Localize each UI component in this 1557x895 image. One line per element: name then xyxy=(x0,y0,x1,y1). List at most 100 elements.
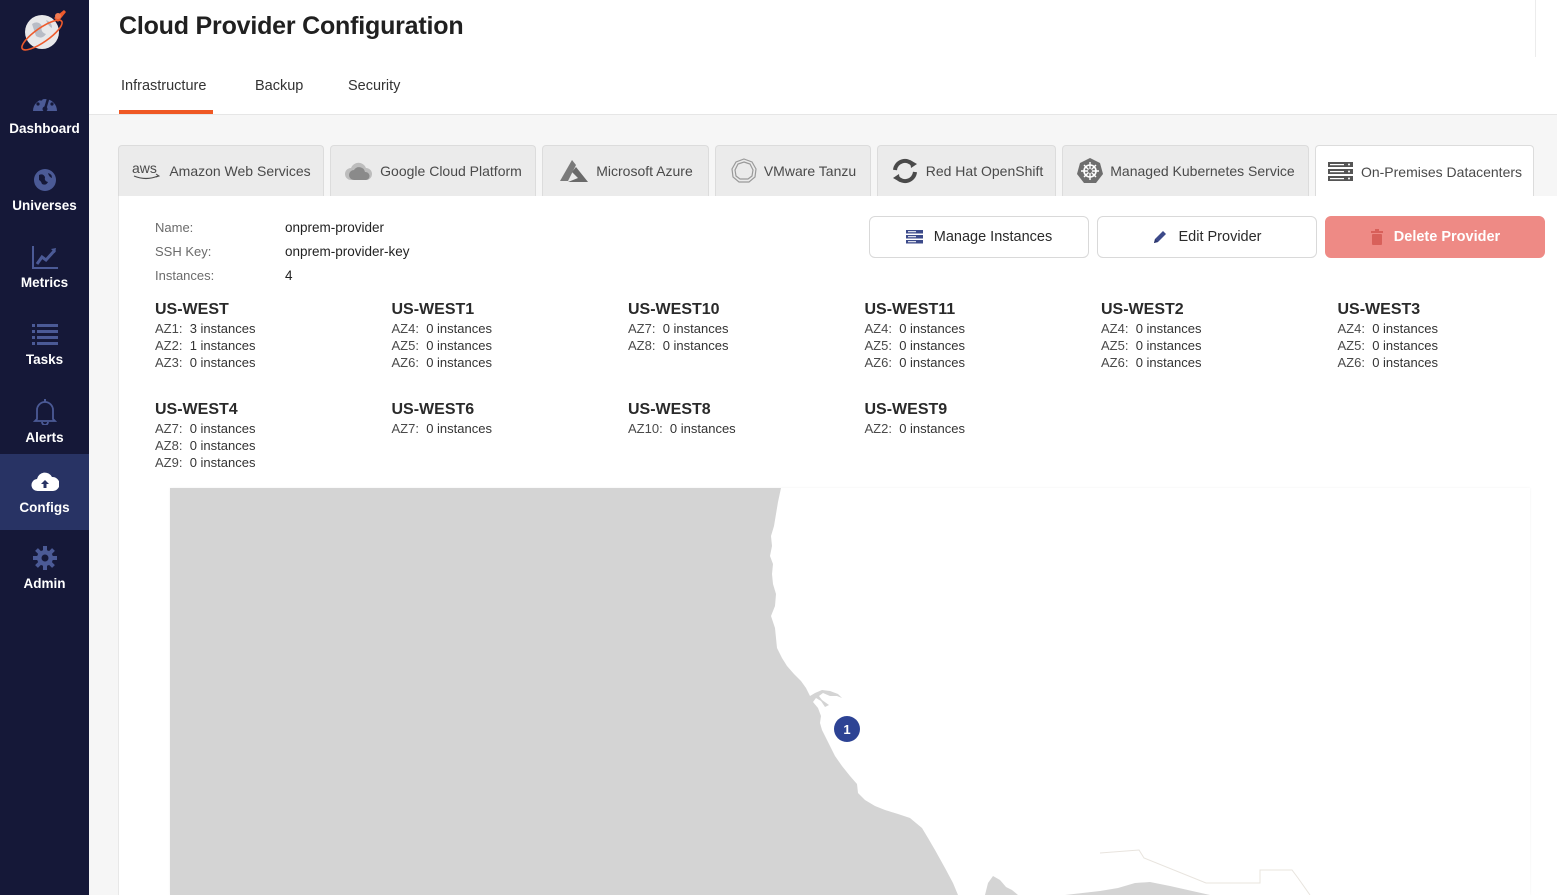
zone-instance-count: 0 instances xyxy=(426,321,492,336)
zone-instance-count: 0 instances xyxy=(1372,338,1438,353)
sidebar-item-configs[interactable]: Configs xyxy=(0,454,89,530)
zone-label: AZ1: xyxy=(155,321,183,336)
delete-provider-label: Delete Provider xyxy=(1393,229,1501,245)
list-icon xyxy=(31,320,59,348)
provider-tab-aws[interactable]: aws Amazon Web Services xyxy=(118,145,324,196)
zone-instance-count: 0 instances xyxy=(662,338,729,353)
provider-name-label: Name: xyxy=(155,220,194,235)
zone-row: AZ7: 0 instances xyxy=(628,320,858,337)
zone-row: AZ4: 0 instances xyxy=(1338,320,1557,337)
sidebar-item-label: Admin xyxy=(23,576,66,591)
sidebar-item-label: Dashboard xyxy=(9,121,80,136)
sidebar-item-metrics[interactable]: Metrics xyxy=(0,229,89,305)
zone-row: AZ5: 0 instances xyxy=(1101,337,1331,354)
server-rack-icon xyxy=(1327,161,1355,183)
zone-label: AZ9: xyxy=(155,455,183,470)
region-card: US-WEST4 AZ7: 0 instances AZ8: 0 instances… xyxy=(155,400,385,471)
provider-tab-tanzu[interactable]: VMware Tanzu xyxy=(715,145,871,196)
zone-label: AZ8: xyxy=(155,438,183,453)
region-name: US-WEST2 xyxy=(1101,301,1184,318)
provider-name-value: onprem-provider xyxy=(285,220,385,235)
zone-instance-count: 0 instances xyxy=(899,355,965,370)
trash-icon xyxy=(1370,229,1384,245)
zone-label: AZ6: xyxy=(864,355,892,370)
zone-instance-count: 0 instances xyxy=(1135,321,1202,336)
sidebar: Dashboard Universes Metrics Tasks Alerts… xyxy=(0,0,89,895)
region-name: US-WEST9 xyxy=(864,401,948,418)
region-name: US-WEST8 xyxy=(628,401,711,418)
delete-provider-button[interactable]: Delete Provider xyxy=(1325,216,1545,258)
provider-tab-label: Google Cloud Platform xyxy=(380,163,522,179)
provider-tab-openshift[interactable]: Red Hat OpenShift xyxy=(877,145,1056,196)
zone-label: AZ5: xyxy=(1337,338,1365,353)
zone-row: AZ4: 0 instances xyxy=(865,320,1095,337)
zone-instance-count: 0 instances xyxy=(899,338,965,353)
zone-row: AZ5: 0 instances xyxy=(865,337,1095,354)
sidebar-item-label: Universes xyxy=(12,198,77,213)
provider-tab-label: Amazon Web Services xyxy=(169,163,311,179)
edit-provider-button[interactable]: Edit Provider xyxy=(1097,216,1317,258)
zone-label: AZ4: xyxy=(864,321,892,336)
sidebar-item-dashboard[interactable]: Dashboard xyxy=(0,75,89,151)
zone-row: AZ8: 0 instances xyxy=(155,437,385,454)
kubernetes-icon xyxy=(1076,157,1104,185)
zone-label: AZ7: xyxy=(628,321,656,336)
region-name: US-WEST1 xyxy=(391,301,475,318)
sidebar-item-tasks[interactable]: Tasks xyxy=(0,306,89,382)
zone-label: AZ7: xyxy=(155,421,183,436)
zone-label: AZ3: xyxy=(155,355,183,370)
region-card: US-WEST AZ1: 3 instances AZ2: 1 instances A… xyxy=(155,300,385,371)
region-card: US-WEST10 AZ7: 0 instances AZ8: 0 instance… xyxy=(628,300,858,354)
zone-row: AZ8: 0 instances xyxy=(628,337,858,354)
provider-tab-label: Microsoft Azure xyxy=(596,163,693,179)
zone-label: AZ6: xyxy=(391,355,419,370)
map-cluster-marker[interactable]: 1 xyxy=(834,716,860,742)
region-name: US-WEST6 xyxy=(391,401,475,418)
provider-details-panel: Name: onprem-provider SSH Key: onprem-pr… xyxy=(118,196,1557,895)
app-logo[interactable] xyxy=(18,8,70,52)
zone-label: AZ5: xyxy=(391,338,419,353)
svg-text:aws: aws xyxy=(132,161,157,176)
zone-row: AZ4: 0 instances xyxy=(392,320,622,337)
provider-tab-label: Managed Kubernetes Service xyxy=(1110,163,1295,179)
tab-security[interactable]: Security xyxy=(348,78,400,94)
zone-label: AZ7: xyxy=(391,421,419,436)
provider-tab-gcp[interactable]: Google Cloud Platform xyxy=(330,145,536,196)
active-tab-indicator xyxy=(119,110,213,114)
zone-instance-count: 0 instances xyxy=(662,321,729,336)
regions-map[interactable]: 1 xyxy=(170,488,1530,895)
azure-icon xyxy=(558,159,590,183)
provider-tab-azure[interactable]: Microsoft Azure xyxy=(542,145,709,196)
sidebar-item-label: Metrics xyxy=(20,275,69,290)
chart-line-icon xyxy=(31,243,59,271)
zone-instance-count: 0 instances xyxy=(1135,355,1202,370)
instances-value: 4 xyxy=(285,268,293,283)
sidebar-item-alerts[interactable]: Alerts xyxy=(0,384,89,460)
openshift-icon xyxy=(890,158,920,184)
zone-label: AZ2: xyxy=(155,338,183,353)
zone-row: AZ6: 0 instances xyxy=(865,354,1095,371)
zone-row: AZ6: 0 instances xyxy=(392,354,622,371)
zone-label: AZ4: xyxy=(391,321,419,336)
sidebar-item-admin[interactable]: Admin xyxy=(0,538,89,614)
gcp-cloud-icon xyxy=(344,160,374,182)
tab-infrastructure[interactable]: Infrastructure xyxy=(121,78,206,94)
zone-label: AZ10: xyxy=(628,421,663,436)
globe-icon xyxy=(31,166,59,194)
region-card: US-WEST11 AZ4: 0 instances AZ5: 0 instance… xyxy=(865,300,1095,371)
manage-instances-button[interactable]: Manage Instances xyxy=(869,216,1089,258)
provider-tab-kubernetes[interactable]: Managed Kubernetes Service xyxy=(1062,145,1309,196)
zone-row: AZ7: 0 instances xyxy=(392,420,622,437)
zone-row: AZ2: 0 instances xyxy=(865,420,1095,437)
zone-instance-count: 0 instances xyxy=(426,338,492,353)
rocket-globe-logo-icon xyxy=(21,10,66,51)
sidebar-item-universes[interactable]: Universes xyxy=(0,152,89,228)
region-card: US-WEST6 AZ7: 0 instances xyxy=(392,400,622,437)
zone-row: AZ9: 0 instances xyxy=(155,454,385,471)
region-card: US-WEST1 AZ4: 0 instances AZ5: 0 instances… xyxy=(392,300,622,371)
provider-tab-onprem[interactable]: On-Premises Datacenters xyxy=(1315,145,1534,197)
region-name: US-WEST11 xyxy=(864,301,956,318)
provider-tab-label: Red Hat OpenShift xyxy=(925,163,1044,179)
zone-row: AZ2: 1 instances xyxy=(155,337,385,354)
tab-backup[interactable]: Backup xyxy=(255,78,303,94)
